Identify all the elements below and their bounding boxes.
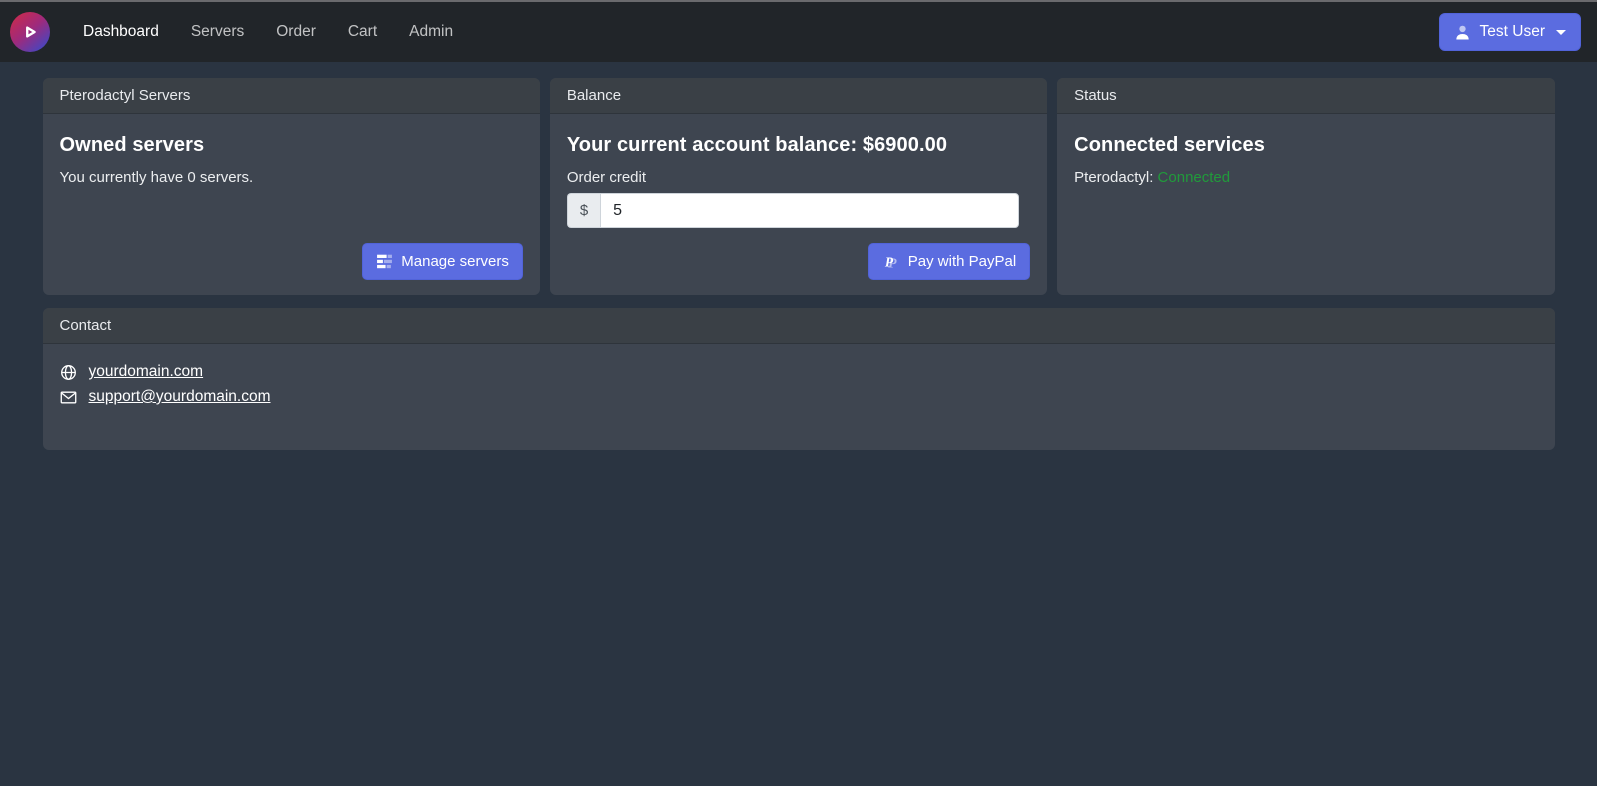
currency-prefix: $ [567, 193, 600, 228]
account-balance-title: Your current account balance: $6900.00 [567, 134, 1030, 157]
owned-servers-title: Owned servers [60, 134, 523, 157]
play-logo-icon [19, 21, 41, 43]
order-credit-label: Order credit [567, 169, 1030, 186]
contact-row-email: support@yourdomain.com [60, 388, 1538, 406]
paypal-icon: P P [882, 253, 900, 271]
nav-item-order[interactable]: Order [261, 15, 331, 49]
owned-servers-text: You currently have 0 servers. [60, 169, 523, 186]
support-email-link[interactable]: support@yourdomain.com [89, 388, 271, 406]
balance-card: Balance Your current account balance: $6… [550, 78, 1047, 295]
nav-item-admin[interactable]: Admin [394, 15, 468, 49]
order-credit-input-group: $ [567, 193, 1019, 228]
top-navbar: Dashboard Servers Order Cart Admin Test … [0, 2, 1597, 62]
user-name-label: Test User [1480, 23, 1545, 41]
envelope-icon [60, 389, 77, 406]
contact-card-body: yourdomain.com support@yourdomain.com [43, 344, 1555, 450]
balance-card-body: Your current account balance: $6900.00 O… [550, 114, 1047, 295]
status-card: Status Connected services Pterodactyl: C… [1057, 78, 1554, 295]
user-menu-button[interactable]: Test User [1439, 13, 1581, 51]
server-stack-icon [376, 253, 393, 270]
order-credit-input[interactable] [600, 193, 1019, 228]
nav-item-cart[interactable]: Cart [333, 15, 392, 49]
pay-with-paypal-button[interactable]: P P Pay with PayPal [868, 243, 1030, 280]
nav-links: Dashboard Servers Order Cart Admin [68, 15, 468, 49]
nav-item-dashboard[interactable]: Dashboard [68, 15, 174, 49]
website-link[interactable]: yourdomain.com [89, 363, 204, 381]
balance-card-header: Balance [550, 78, 1047, 114]
chevron-down-icon [1556, 30, 1566, 35]
brand-logo[interactable] [10, 12, 50, 52]
contact-card-header: Contact [43, 308, 1555, 344]
main-container: Pterodactyl Servers Owned servers You cu… [43, 78, 1555, 450]
contact-row-website: yourdomain.com [60, 363, 1538, 381]
globe-icon [60, 364, 77, 381]
servers-card: Pterodactyl Servers Owned servers You cu… [43, 78, 540, 295]
service-status-line: Pterodactyl: Connected [1074, 169, 1537, 186]
service-name-label: Pterodactyl: [1074, 169, 1153, 186]
manage-servers-label: Manage servers [401, 253, 509, 270]
servers-card-header: Pterodactyl Servers [43, 78, 540, 114]
pay-with-paypal-label: Pay with PayPal [908, 253, 1016, 270]
status-card-header: Status [1057, 78, 1554, 114]
svg-text:P: P [885, 254, 894, 269]
servers-card-body: Owned servers You currently have 0 serve… [43, 114, 540, 295]
person-icon [1454, 24, 1471, 41]
status-card-body: Connected services Pterodactyl: Connecte… [1057, 114, 1554, 295]
status-badge: Connected [1158, 169, 1231, 186]
contact-card: Contact yourdomain.com [43, 308, 1555, 450]
connected-services-title: Connected services [1074, 134, 1537, 157]
cards-row: Pterodactyl Servers Owned servers You cu… [43, 78, 1555, 295]
nav-item-servers[interactable]: Servers [176, 15, 259, 49]
manage-servers-button[interactable]: Manage servers [362, 243, 523, 280]
